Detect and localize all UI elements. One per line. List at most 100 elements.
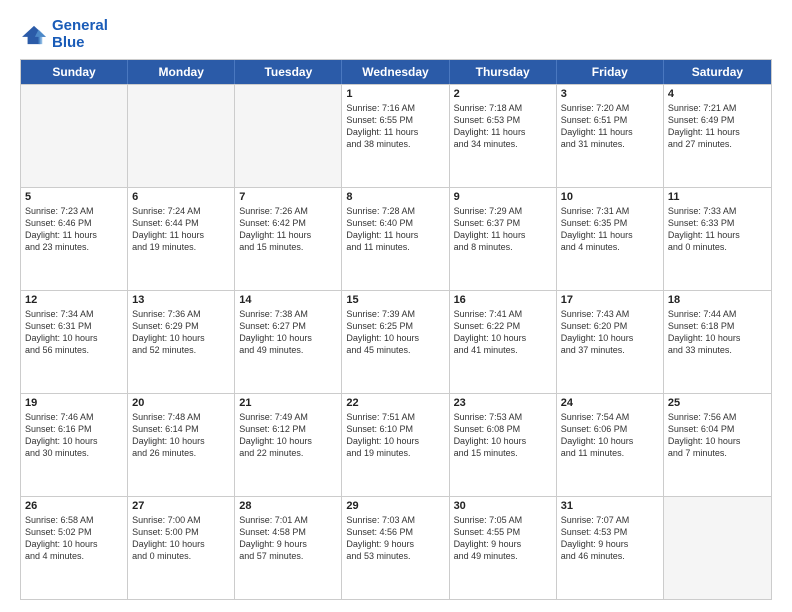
- day-number: 19: [25, 397, 123, 409]
- calendar-cell: 13 Sunrise: 7:36 AM Sunset: 6:29 PM Dayli…: [128, 291, 235, 393]
- calendar-cell: [664, 497, 771, 599]
- weekday-header: Sunday: [21, 60, 128, 84]
- day-number: 23: [454, 397, 552, 409]
- weekday-header: Thursday: [450, 60, 557, 84]
- day-number: 18: [668, 294, 767, 306]
- calendar-cell: 1 Sunrise: 7:16 AM Sunset: 6:55 PM Daylig…: [342, 85, 449, 187]
- day-info: Sunrise: 7:07 AM Sunset: 4:53 PM Dayligh…: [561, 514, 659, 563]
- day-number: 26: [25, 500, 123, 512]
- calendar-cell: 31 Sunrise: 7:07 AM Sunset: 4:53 PM Dayli…: [557, 497, 664, 599]
- calendar: SundayMondayTuesdayWednesdayThursdayFrid…: [20, 59, 772, 600]
- day-info: Sunrise: 7:29 AM Sunset: 6:37 PM Dayligh…: [454, 205, 552, 254]
- day-info: Sunrise: 7:44 AM Sunset: 6:18 PM Dayligh…: [668, 308, 767, 357]
- day-info: Sunrise: 7:20 AM Sunset: 6:51 PM Dayligh…: [561, 102, 659, 151]
- day-info: Sunrise: 7:24 AM Sunset: 6:44 PM Dayligh…: [132, 205, 230, 254]
- day-info: Sunrise: 7:49 AM Sunset: 6:12 PM Dayligh…: [239, 411, 337, 460]
- day-number: 25: [668, 397, 767, 409]
- day-number: 13: [132, 294, 230, 306]
- day-number: 27: [132, 500, 230, 512]
- day-number: 15: [346, 294, 444, 306]
- day-number: 16: [454, 294, 552, 306]
- calendar-cell: 7 Sunrise: 7:26 AM Sunset: 6:42 PM Daylig…: [235, 188, 342, 290]
- day-number: 17: [561, 294, 659, 306]
- day-info: Sunrise: 7:18 AM Sunset: 6:53 PM Dayligh…: [454, 102, 552, 151]
- day-number: 24: [561, 397, 659, 409]
- weekday-header: Monday: [128, 60, 235, 84]
- calendar-cell: 22 Sunrise: 7:51 AM Sunset: 6:10 PM Dayli…: [342, 394, 449, 496]
- calendar-row: 12 Sunrise: 7:34 AM Sunset: 6:31 PM Dayli…: [21, 290, 771, 393]
- day-info: Sunrise: 7:51 AM Sunset: 6:10 PM Dayligh…: [346, 411, 444, 460]
- day-number: 28: [239, 500, 337, 512]
- day-info: Sunrise: 7:21 AM Sunset: 6:49 PM Dayligh…: [668, 102, 767, 151]
- calendar-cell: 6 Sunrise: 7:24 AM Sunset: 6:44 PM Daylig…: [128, 188, 235, 290]
- calendar-cell: 24 Sunrise: 7:54 AM Sunset: 6:06 PM Dayli…: [557, 394, 664, 496]
- day-number: 29: [346, 500, 444, 512]
- day-number: 21: [239, 397, 337, 409]
- header: General Blue: [20, 18, 772, 51]
- day-info: Sunrise: 7:54 AM Sunset: 6:06 PM Dayligh…: [561, 411, 659, 460]
- logo-icon: [20, 24, 48, 46]
- day-number: 14: [239, 294, 337, 306]
- calendar-cell: 19Sunrise: 7:46 AM Sunset: 6:16 PM Dayli…: [21, 394, 128, 496]
- logo-text: General Blue: [52, 18, 108, 51]
- day-info: Sunrise: 7:31 AM Sunset: 6:35 PM Dayligh…: [561, 205, 659, 254]
- day-info: Sunrise: 7:23 AM Sunset: 6:46 PM Dayligh…: [25, 205, 123, 254]
- day-number: 1: [346, 88, 444, 100]
- calendar-cell: 27 Sunrise: 7:00 AM Sunset: 5:00 PM Dayli…: [128, 497, 235, 599]
- calendar-cell: 26 Sunrise: 6:58 AM Sunset: 5:02 PM Dayli…: [21, 497, 128, 599]
- calendar-cell: 21 Sunrise: 7:49 AM Sunset: 6:12 PM Dayli…: [235, 394, 342, 496]
- day-number: 12: [25, 294, 123, 306]
- calendar-cell: 23Sunrise: 7:53 AM Sunset: 6:08 PM Dayli…: [450, 394, 557, 496]
- page: General Blue SundayMondayTuesdayWednesda…: [0, 0, 792, 612]
- day-number: 9: [454, 191, 552, 203]
- calendar-cell: 2 Sunrise: 7:18 AM Sunset: 6:53 PM Daylig…: [450, 85, 557, 187]
- weekday-header: Tuesday: [235, 60, 342, 84]
- day-number: 6: [132, 191, 230, 203]
- calendar-cell: 14Sunrise: 7:38 AM Sunset: 6:27 PM Dayli…: [235, 291, 342, 393]
- calendar-cell: 15 Sunrise: 7:39 AM Sunset: 6:25 PM Dayli…: [342, 291, 449, 393]
- calendar-cell: 11 Sunrise: 7:33 AM Sunset: 6:33 PM Dayli…: [664, 188, 771, 290]
- calendar-cell: 20 Sunrise: 7:48 AM Sunset: 6:14 PM Dayli…: [128, 394, 235, 496]
- day-number: 4: [668, 88, 767, 100]
- day-number: 20: [132, 397, 230, 409]
- day-number: 5: [25, 191, 123, 203]
- logo: General Blue: [20, 18, 108, 51]
- day-info: Sunrise: 7:43 AM Sunset: 6:20 PM Dayligh…: [561, 308, 659, 357]
- day-info: Sunrise: 7:05 AM Sunset: 4:55 PM Dayligh…: [454, 514, 552, 563]
- calendar-cell: 30 Sunrise: 7:05 AM Sunset: 4:55 PM Dayli…: [450, 497, 557, 599]
- calendar-header: SundayMondayTuesdayWednesdayThursdayFrid…: [21, 60, 771, 84]
- day-info: Sunrise: 7:33 AM Sunset: 6:33 PM Dayligh…: [668, 205, 767, 254]
- weekday-header: Friday: [557, 60, 664, 84]
- calendar-cell: 5 Sunrise: 7:23 AM Sunset: 6:46 PM Daylig…: [21, 188, 128, 290]
- calendar-cell: [128, 85, 235, 187]
- calendar-cell: 28Sunrise: 7:01 AM Sunset: 4:58 PM Dayli…: [235, 497, 342, 599]
- calendar-cell: 12 Sunrise: 7:34 AM Sunset: 6:31 PM Dayli…: [21, 291, 128, 393]
- day-info: Sunrise: 7:41 AM Sunset: 6:22 PM Dayligh…: [454, 308, 552, 357]
- day-number: 11: [668, 191, 767, 203]
- calendar-cell: 4 Sunrise: 7:21 AM Sunset: 6:49 PM Daylig…: [664, 85, 771, 187]
- day-info: Sunrise: 7:48 AM Sunset: 6:14 PM Dayligh…: [132, 411, 230, 460]
- day-number: 2: [454, 88, 552, 100]
- calendar-cell: 8Sunrise: 7:28 AM Sunset: 6:40 PM Daylig…: [342, 188, 449, 290]
- calendar-body: 1 Sunrise: 7:16 AM Sunset: 6:55 PM Daylig…: [21, 84, 771, 599]
- day-number: 7: [239, 191, 337, 203]
- day-info: Sunrise: 7:03 AM Sunset: 4:56 PM Dayligh…: [346, 514, 444, 563]
- day-info: Sunrise: 7:56 AM Sunset: 6:04 PM Dayligh…: [668, 411, 767, 460]
- day-number: 30: [454, 500, 552, 512]
- calendar-row: 5 Sunrise: 7:23 AM Sunset: 6:46 PM Daylig…: [21, 187, 771, 290]
- day-info: Sunrise: 7:16 AM Sunset: 6:55 PM Dayligh…: [346, 102, 444, 151]
- day-info: Sunrise: 7:36 AM Sunset: 6:29 PM Dayligh…: [132, 308, 230, 357]
- day-info: Sunrise: 7:26 AM Sunset: 6:42 PM Dayligh…: [239, 205, 337, 254]
- day-info: Sunrise: 6:58 AM Sunset: 5:02 PM Dayligh…: [25, 514, 123, 563]
- day-info: Sunrise: 7:00 AM Sunset: 5:00 PM Dayligh…: [132, 514, 230, 563]
- day-number: 3: [561, 88, 659, 100]
- calendar-cell: 9 Sunrise: 7:29 AM Sunset: 6:37 PM Daylig…: [450, 188, 557, 290]
- calendar-cell: [21, 85, 128, 187]
- day-info: Sunrise: 7:34 AM Sunset: 6:31 PM Dayligh…: [25, 308, 123, 357]
- day-number: 31: [561, 500, 659, 512]
- day-info: Sunrise: 7:39 AM Sunset: 6:25 PM Dayligh…: [346, 308, 444, 357]
- calendar-row: 1 Sunrise: 7:16 AM Sunset: 6:55 PM Daylig…: [21, 84, 771, 187]
- day-number: 10: [561, 191, 659, 203]
- calendar-cell: 25 Sunrise: 7:56 AM Sunset: 6:04 PM Dayli…: [664, 394, 771, 496]
- day-number: 22: [346, 397, 444, 409]
